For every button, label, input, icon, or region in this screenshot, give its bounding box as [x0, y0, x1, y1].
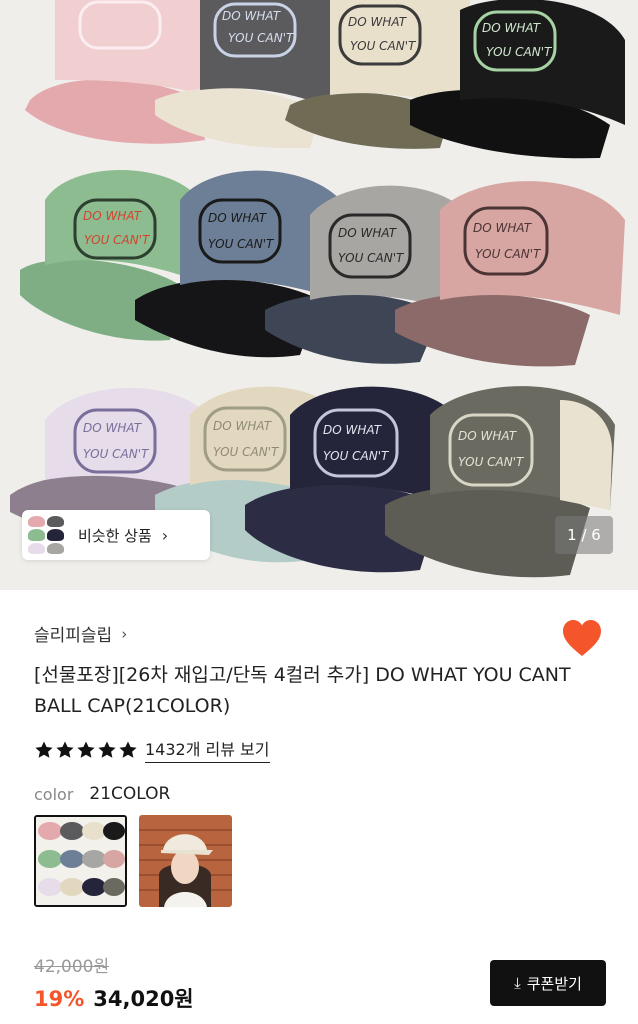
svg-text:DO WHAT: DO WHAT [213, 419, 273, 433]
color-option-model-photo[interactable] [139, 815, 232, 907]
download-icon: ⤓ [514, 974, 521, 992]
chevron-right-icon: › [121, 624, 128, 643]
svg-text:YOU CAN'T: YOU CAN'T [458, 455, 525, 469]
color-label: color [34, 784, 74, 804]
star-icon [56, 741, 74, 758]
svg-text:DO WHAT: DO WHAT [348, 15, 408, 29]
svg-text:YOU CAN'T: YOU CAN'T [350, 39, 417, 53]
svg-text:DO WHAT: DO WHAT [338, 226, 398, 240]
brand-link[interactable]: 슬리피슬립 › [34, 621, 128, 647]
product-image-gallery[interactable]: DO WHAT YOU CAN'T DO WHAT YOU CAN'T DO W… [0, 0, 638, 590]
sale-price: 34,020원 [93, 987, 194, 1011]
color-option-thumbnails [34, 815, 232, 907]
svg-text:YOU CAN'T: YOU CAN'T [213, 445, 280, 459]
similar-products-label: 비슷한 상품 [78, 526, 152, 545]
svg-text:DO WHAT: DO WHAT [83, 209, 143, 223]
similar-products-button[interactable]: 비슷한 상품 › [22, 510, 210, 560]
coupon-button-label: 쿠폰받기 [526, 974, 582, 993]
coupon-download-button[interactable]: ⤓ 쿠폰받기 [490, 960, 606, 1006]
similar-products-thumbnail [28, 516, 64, 554]
svg-text:DO WHAT: DO WHAT [482, 21, 542, 35]
original-price: 42,000원 [34, 957, 110, 977]
svg-text:DO WHAT: DO WHAT [208, 211, 268, 225]
star-icon [77, 741, 95, 758]
star-icon [98, 741, 116, 758]
product-title: [선물포장][26차 재입고/단독 4컬러 추가] DO WHAT YOU CA… [34, 664, 571, 717]
option-thumbnail-image [36, 817, 125, 905]
svg-text:DO WHAT: DO WHAT [323, 423, 383, 437]
discount-rate: 19% [34, 987, 85, 1011]
svg-text:YOU CAN'T: YOU CAN'T [486, 45, 553, 59]
color-value: 21COLOR [89, 784, 171, 804]
rating-row: 1432개 리뷰 보기 [34, 736, 270, 763]
svg-text:DO WHAT: DO WHAT [83, 421, 143, 435]
svg-text:DO WHAT: DO WHAT [458, 429, 518, 443]
svg-text:DO WHAT: DO WHAT [222, 9, 282, 23]
option-thumbnail-image [139, 815, 232, 907]
svg-text:YOU CAN'T: YOU CAN'T [323, 449, 390, 463]
product-image: DO WHAT YOU CAN'T DO WHAT YOU CAN'T DO W… [0, 0, 638, 590]
chevron-right-icon: › [161, 525, 169, 545]
star-icon [35, 741, 53, 758]
color-option-all-colors[interactable] [34, 815, 127, 907]
brand-name: 슬리피슬립 [34, 626, 113, 646]
price-row: 19% 34,020원 [34, 983, 194, 1013]
svg-text:YOU CAN'T: YOU CAN'T [208, 237, 275, 251]
review-link[interactable]: 1432개 리뷰 보기 [145, 736, 270, 763]
color-option-row: color 21COLOR [34, 784, 170, 804]
star-icon [119, 741, 137, 758]
svg-text:YOU CAN'T: YOU CAN'T [83, 447, 150, 461]
heart-icon[interactable] [561, 618, 603, 658]
svg-text:YOU CAN'T: YOU CAN'T [338, 251, 405, 265]
image-page-indicator: 1 / 6 [555, 516, 613, 554]
svg-text:DO WHAT: DO WHAT [473, 221, 533, 235]
svg-text:YOU CAN'T: YOU CAN'T [228, 31, 295, 45]
rating-stars [34, 740, 139, 760]
svg-text:YOU CAN'T: YOU CAN'T [475, 247, 542, 261]
svg-text:YOU CAN'T: YOU CAN'T [84, 233, 151, 247]
